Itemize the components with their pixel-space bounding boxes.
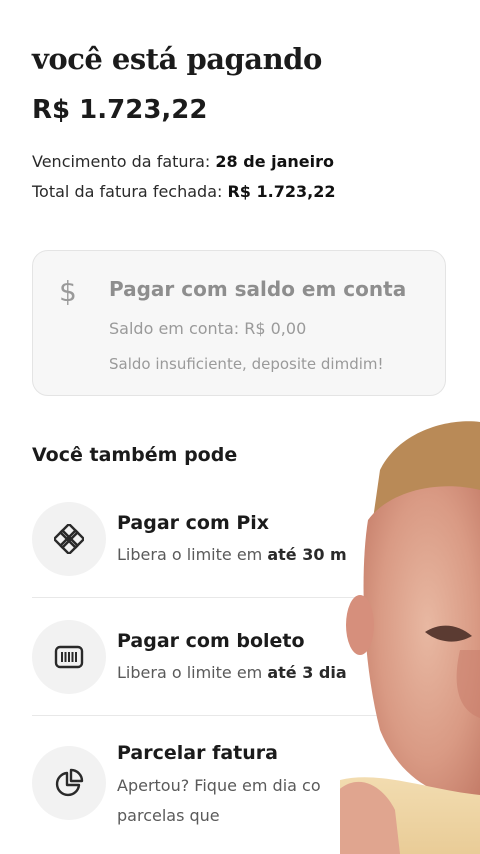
barcode-icon-container	[32, 620, 106, 694]
other-options-title: Você também pode	[32, 444, 238, 466]
pix-icon-container	[32, 502, 106, 576]
pie-chart-icon-container	[32, 746, 106, 820]
pix-subtitle-text: Libera o limite em	[117, 545, 268, 564]
person-face-image	[340, 421, 480, 854]
pay-with-pix-title: Pagar com Pix	[117, 512, 270, 534]
pay-with-balance-title: Pagar com saldo em conta	[109, 277, 407, 301]
pay-with-balance-option[interactable]: $ Pagar com saldo em conta Saldo em cont…	[32, 250, 446, 396]
boleto-subtitle-highlight: até 3 dia	[267, 663, 347, 682]
invoice-total-value: R$ 1.723,22	[227, 182, 336, 201]
installment-title: Parcelar fatura	[117, 742, 278, 764]
installment-subtitle-line1: Apertou? Fique em dia co	[117, 776, 321, 795]
pay-with-pix-subtitle: Libera o limite em até 30 m	[117, 545, 347, 564]
pay-with-boleto-title: Pagar com boleto	[117, 630, 305, 652]
dollar-icon: $	[59, 275, 77, 308]
pix-icon	[54, 524, 84, 554]
insufficient-balance-warning: Saldo insuficiente, deposite dimdim!	[109, 355, 384, 373]
barcode-icon	[54, 645, 84, 669]
invoice-total-label: Total da fatura fechada:	[32, 182, 223, 201]
pie-chart-icon	[55, 768, 84, 797]
due-date-value: 28 de janeiro	[215, 152, 335, 171]
pix-subtitle-highlight: até 30 m	[267, 545, 347, 564]
person-video-overlay	[340, 400, 480, 854]
pay-with-boleto-subtitle: Libera o limite em até 3 dia	[117, 663, 347, 682]
account-balance-text: Saldo em conta: R$ 0,00	[109, 319, 307, 338]
payment-amount: R$ 1.723,22	[32, 95, 208, 125]
page-title: você está pagando	[32, 42, 322, 76]
invoice-total-line: Total da fatura fechada: R$ 1.723,22	[32, 182, 335, 201]
installment-subtitle-line2: parcelas que	[117, 806, 220, 825]
boleto-subtitle-text: Libera o limite em	[117, 663, 268, 682]
due-date-line: Vencimento da fatura: 28 de janeiro	[32, 152, 334, 171]
due-date-label: Vencimento da fatura:	[32, 152, 211, 171]
